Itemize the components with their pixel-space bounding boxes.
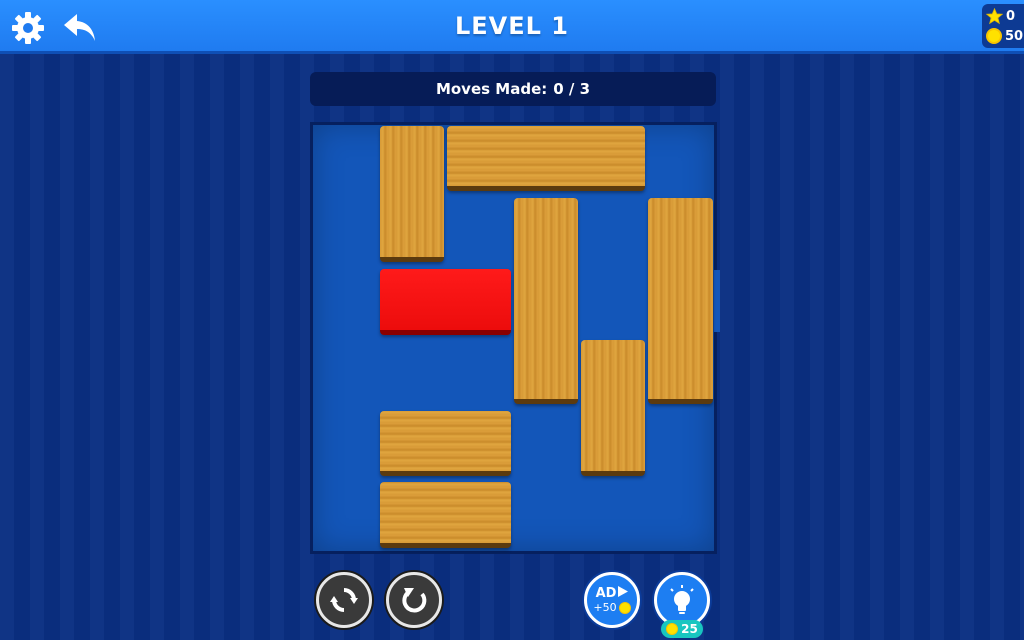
coin-icon: [618, 601, 631, 614]
reset-button[interactable]: [316, 572, 372, 628]
wood-block-vertical[interactable]: [581, 340, 645, 476]
undo-circle-icon: [402, 588, 427, 613]
wood-block-vertical[interactable]: [380, 126, 444, 262]
hint-cost-badge: 25: [661, 620, 703, 638]
hint-cost-value: 25: [681, 622, 698, 636]
star-icon: [986, 7, 1003, 24]
wood-block-horizontal[interactable]: [380, 482, 511, 548]
ad-label: AD: [595, 586, 617, 601]
moves-bar: Moves Made: 0 / 3: [310, 72, 716, 106]
moves-value: 0 / 3: [553, 80, 591, 98]
lightbulb-icon: [670, 585, 694, 614]
wood-block-horizontal[interactable]: [447, 126, 645, 191]
level-title: LEVEL 1: [454, 12, 569, 40]
wallet: 0 50: [982, 4, 1024, 48]
stars-value: 0: [1006, 8, 1016, 24]
top-bar: LEVEL 1 0 50: [0, 0, 1024, 54]
play-icon: [618, 586, 629, 597]
coin-icon: [666, 623, 679, 635]
wood-block-vertical[interactable]: [648, 198, 713, 404]
wood-block-horizontal[interactable]: [380, 411, 511, 476]
wood-block-vertical[interactable]: [514, 198, 578, 404]
ad-label-row: AD: [596, 586, 629, 601]
ad-reward-value: +50: [593, 601, 617, 614]
coin-icon: [986, 28, 1002, 44]
watch-ad-button[interactable]: AD +50: [584, 572, 640, 628]
coins-value: 50: [1005, 28, 1024, 44]
moves-label: Moves Made:: [435, 80, 548, 98]
target-red-block[interactable]: [380, 269, 511, 335]
ad-reward: +50: [593, 601, 631, 614]
stars-counter: 0: [986, 6, 1024, 26]
board-exit: [714, 270, 720, 332]
refresh-icon: [330, 588, 358, 612]
undo-move-button[interactable]: [386, 572, 442, 628]
coins-counter: 50: [986, 26, 1024, 46]
